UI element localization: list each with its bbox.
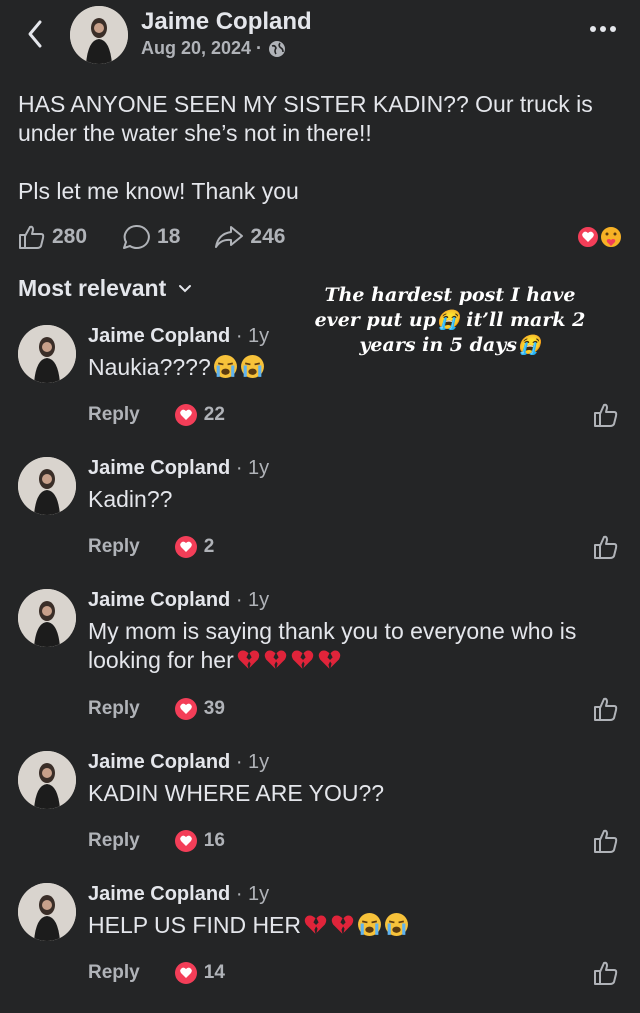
- commenter-avatar[interactable]: [18, 457, 76, 515]
- comment-actions: Reply 16: [88, 829, 225, 853]
- thumbs-up-icon[interactable]: [593, 534, 619, 560]
- reaction-count[interactable]: 2: [174, 535, 214, 559]
- love-reaction-icon: [174, 698, 197, 720]
- comment-text: My mom is saying thank you to everyone w…: [88, 618, 577, 673]
- reaction-icons[interactable]: [576, 224, 626, 250]
- care-reaction-icon: [599, 225, 623, 249]
- reply-button[interactable]: Reply: [88, 536, 140, 558]
- post-text-line2: Pls let me know! Thank you: [18, 178, 299, 204]
- thumbs-up-icon[interactable]: [593, 696, 619, 722]
- commenter-avatar[interactable]: [18, 883, 76, 941]
- back-chevron-icon[interactable]: [22, 16, 50, 52]
- broken-heart-emoji-icon: [237, 650, 259, 669]
- comment-age: · 1y: [235, 589, 270, 611]
- share-arrow-icon: [215, 226, 244, 248]
- love-reaction-icon: [576, 225, 600, 249]
- post-stats: 280 18 246: [18, 222, 319, 252]
- comment-sort-dropdown[interactable]: Most relevant: [18, 275, 192, 302]
- reaction-count[interactable]: 22: [174, 403, 225, 427]
- post-date: Aug 20, 2024 ·: [141, 38, 263, 58]
- thumbs-up-icon[interactable]: [593, 960, 619, 986]
- commenter-avatar[interactable]: [18, 751, 76, 809]
- reply-button[interactable]: Reply: [88, 962, 140, 984]
- thumbs-up-icon[interactable]: [593, 402, 619, 428]
- loudly-crying-emoji-icon: [385, 913, 408, 936]
- comment-age: · 1y: [235, 751, 270, 773]
- commenter-name[interactable]: Jaime Copland · 1y: [88, 883, 269, 906]
- author-avatar[interactable]: [70, 6, 128, 64]
- commenter-name[interactable]: Jaime Copland · 1y: [88, 751, 269, 774]
- comment-age: · 1y: [235, 883, 270, 905]
- reaction-count[interactable]: 39: [174, 697, 225, 721]
- comment-age: · 1y: [235, 325, 270, 347]
- post-author-name[interactable]: Jaime Copland: [141, 8, 312, 36]
- comment-actions: Reply 22: [88, 403, 225, 427]
- loudly-crying-emoji-icon: [240, 355, 264, 378]
- sort-label: Most relevant: [18, 275, 167, 301]
- loudly-crying-emoji-icon: [358, 913, 381, 936]
- comment-actions: Reply 2: [88, 535, 214, 559]
- love-reaction-icon: [174, 404, 197, 426]
- more-options-icon[interactable]: [588, 22, 618, 36]
- thumbs-up-icon[interactable]: [593, 828, 619, 854]
- share-stat[interactable]: 246: [214, 224, 285, 250]
- comment-bubble-icon: [123, 224, 150, 249]
- broken-heart-emoji-icon: [304, 915, 327, 934]
- broken-heart-emoji-icon: [264, 650, 286, 669]
- reply-button[interactable]: Reply: [88, 698, 140, 720]
- comment-stat[interactable]: 18: [121, 223, 180, 251]
- post-header: Jaime Copland Aug 20, 2024 ·: [0, 0, 640, 72]
- commenter-name[interactable]: Jaime Copland · 1y: [88, 457, 269, 480]
- comment-actions: Reply 14: [88, 961, 225, 985]
- broken-heart-emoji-icon: [331, 915, 354, 934]
- like-count: 280: [52, 225, 88, 248]
- commenter-name[interactable]: Jaime Copland · 1y: [88, 325, 269, 348]
- commenter-avatar[interactable]: [18, 589, 76, 647]
- globe-icon: [269, 40, 286, 57]
- reaction-count[interactable]: 16: [174, 829, 225, 853]
- overlay-caption: The hardest post I have ever put up😭 it’…: [314, 284, 586, 356]
- chevron-down-icon: [179, 284, 192, 292]
- loudly-crying-emoji-icon: [213, 355, 237, 378]
- comment-text: HELP US FIND HER: [88, 911, 628, 940]
- love-reaction-icon: [174, 962, 197, 984]
- reaction-count[interactable]: 14: [174, 961, 225, 985]
- broken-heart-emoji-icon: [318, 650, 340, 669]
- reply-button[interactable]: Reply: [88, 404, 140, 426]
- reply-button[interactable]: Reply: [88, 830, 140, 852]
- comment-count: 18: [157, 225, 181, 248]
- share-count: 246: [250, 225, 286, 248]
- comment-text: Kadin??: [88, 486, 173, 512]
- like-stat[interactable]: 280: [18, 224, 87, 250]
- comment-age: · 1y: [235, 457, 270, 479]
- comment-text: Naukia????: [88, 353, 628, 382]
- post-body: HAS ANYONE SEEN MY SISTER KADIN?? Our tr…: [18, 90, 628, 206]
- post-date-row: Aug 20, 2024 ·: [141, 38, 286, 59]
- comment-text: KADIN WHERE ARE YOU??: [88, 780, 385, 806]
- love-reaction-icon: [174, 830, 197, 852]
- love-reaction-icon: [174, 536, 197, 558]
- comment-actions: Reply 39: [88, 697, 225, 721]
- commenter-avatar[interactable]: [18, 325, 76, 383]
- post-text-line1: HAS ANYONE SEEN MY SISTER KADIN?? Our tr…: [18, 91, 593, 146]
- thumbs-up-icon: [19, 225, 45, 249]
- broken-heart-emoji-icon: [291, 650, 313, 669]
- commenter-name[interactable]: Jaime Copland · 1y: [88, 589, 269, 612]
